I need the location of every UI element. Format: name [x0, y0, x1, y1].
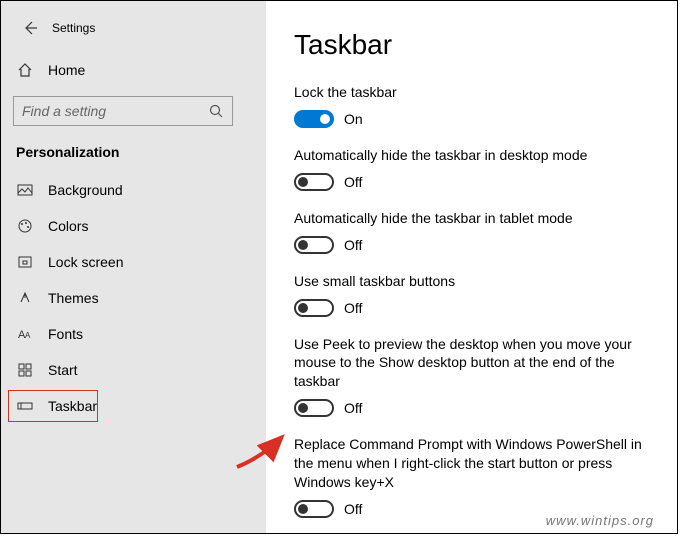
sidebar: Settings Home Personalization Background…: [1, 1, 266, 533]
toggle-autohide-desktop[interactable]: [294, 173, 334, 191]
setting-autohide-desktop: Automatically hide the taskbar in deskto…: [294, 146, 649, 191]
nav-label: Themes: [48, 290, 99, 306]
nav-item-fonts[interactable]: AA Fonts: [1, 316, 266, 352]
home-icon: [16, 61, 34, 79]
fonts-icon: AA: [16, 325, 34, 343]
page-title: Taskbar: [294, 29, 649, 61]
setting-label: Use small taskbar buttons: [294, 272, 649, 291]
category-title: Personalization: [1, 134, 266, 172]
toggle-small-buttons[interactable]: [294, 299, 334, 317]
content-area: Taskbar Lock the taskbar On Automaticall…: [266, 1, 677, 533]
toggle-powershell[interactable]: [294, 500, 334, 518]
palette-icon: [16, 217, 34, 235]
nav-item-colors[interactable]: Colors: [1, 208, 266, 244]
nav-item-themes[interactable]: Themes: [1, 280, 266, 316]
nav-home-label: Home: [48, 62, 85, 78]
svg-text:A: A: [25, 331, 31, 340]
toggle-state: Off: [344, 300, 362, 316]
setting-label: Automatically hide the taskbar in deskto…: [294, 146, 649, 165]
toggle-peek[interactable]: [294, 399, 334, 417]
setting-label: Automatically hide the taskbar in tablet…: [294, 209, 649, 228]
taskbar-icon: [16, 397, 34, 415]
start-icon: [16, 361, 34, 379]
nav-item-background[interactable]: Background: [1, 172, 266, 208]
setting-label: Replace Command Prompt with Windows Powe…: [294, 435, 649, 492]
toggle-state: Off: [344, 501, 362, 517]
nav-label: Fonts: [48, 326, 83, 342]
search-box[interactable]: [13, 96, 233, 126]
nav-item-taskbar[interactable]: Taskbar: [1, 388, 266, 424]
nav-label: Lock screen: [48, 254, 123, 270]
toggle-state: Off: [344, 400, 362, 416]
app-title: Settings: [52, 21, 95, 35]
themes-icon: [16, 289, 34, 307]
setting-small-buttons: Use small taskbar buttons Off: [294, 272, 649, 317]
setting-label: Lock the taskbar: [294, 83, 649, 102]
setting-label: Use Peek to preview the desktop when you…: [294, 335, 649, 392]
nav-label: Start: [48, 362, 78, 378]
toggle-autohide-tablet[interactable]: [294, 236, 334, 254]
image-icon: [16, 181, 34, 199]
search-input[interactable]: [22, 103, 208, 119]
setting-lock-taskbar: Lock the taskbar On: [294, 83, 649, 128]
nav-label: Background: [48, 182, 123, 198]
watermark: www.wintips.org: [546, 513, 654, 528]
nav-label: Colors: [48, 218, 88, 234]
setting-autohide-tablet: Automatically hide the taskbar in tablet…: [294, 209, 649, 254]
nav-item-start[interactable]: Start: [1, 352, 266, 388]
toggle-state: Off: [344, 237, 362, 253]
back-button[interactable]: [16, 14, 44, 42]
toggle-state: On: [344, 111, 363, 127]
setting-peek: Use Peek to preview the desktop when you…: [294, 335, 649, 418]
nav-label: Taskbar: [48, 398, 97, 414]
lockscreen-icon: [16, 253, 34, 271]
nav-item-lockscreen[interactable]: Lock screen: [1, 244, 266, 280]
toggle-state: Off: [344, 174, 362, 190]
search-icon: [208, 103, 224, 119]
toggle-lock-taskbar[interactable]: [294, 110, 334, 128]
nav-home[interactable]: Home: [1, 52, 266, 88]
setting-powershell: Replace Command Prompt with Windows Powe…: [294, 435, 649, 518]
